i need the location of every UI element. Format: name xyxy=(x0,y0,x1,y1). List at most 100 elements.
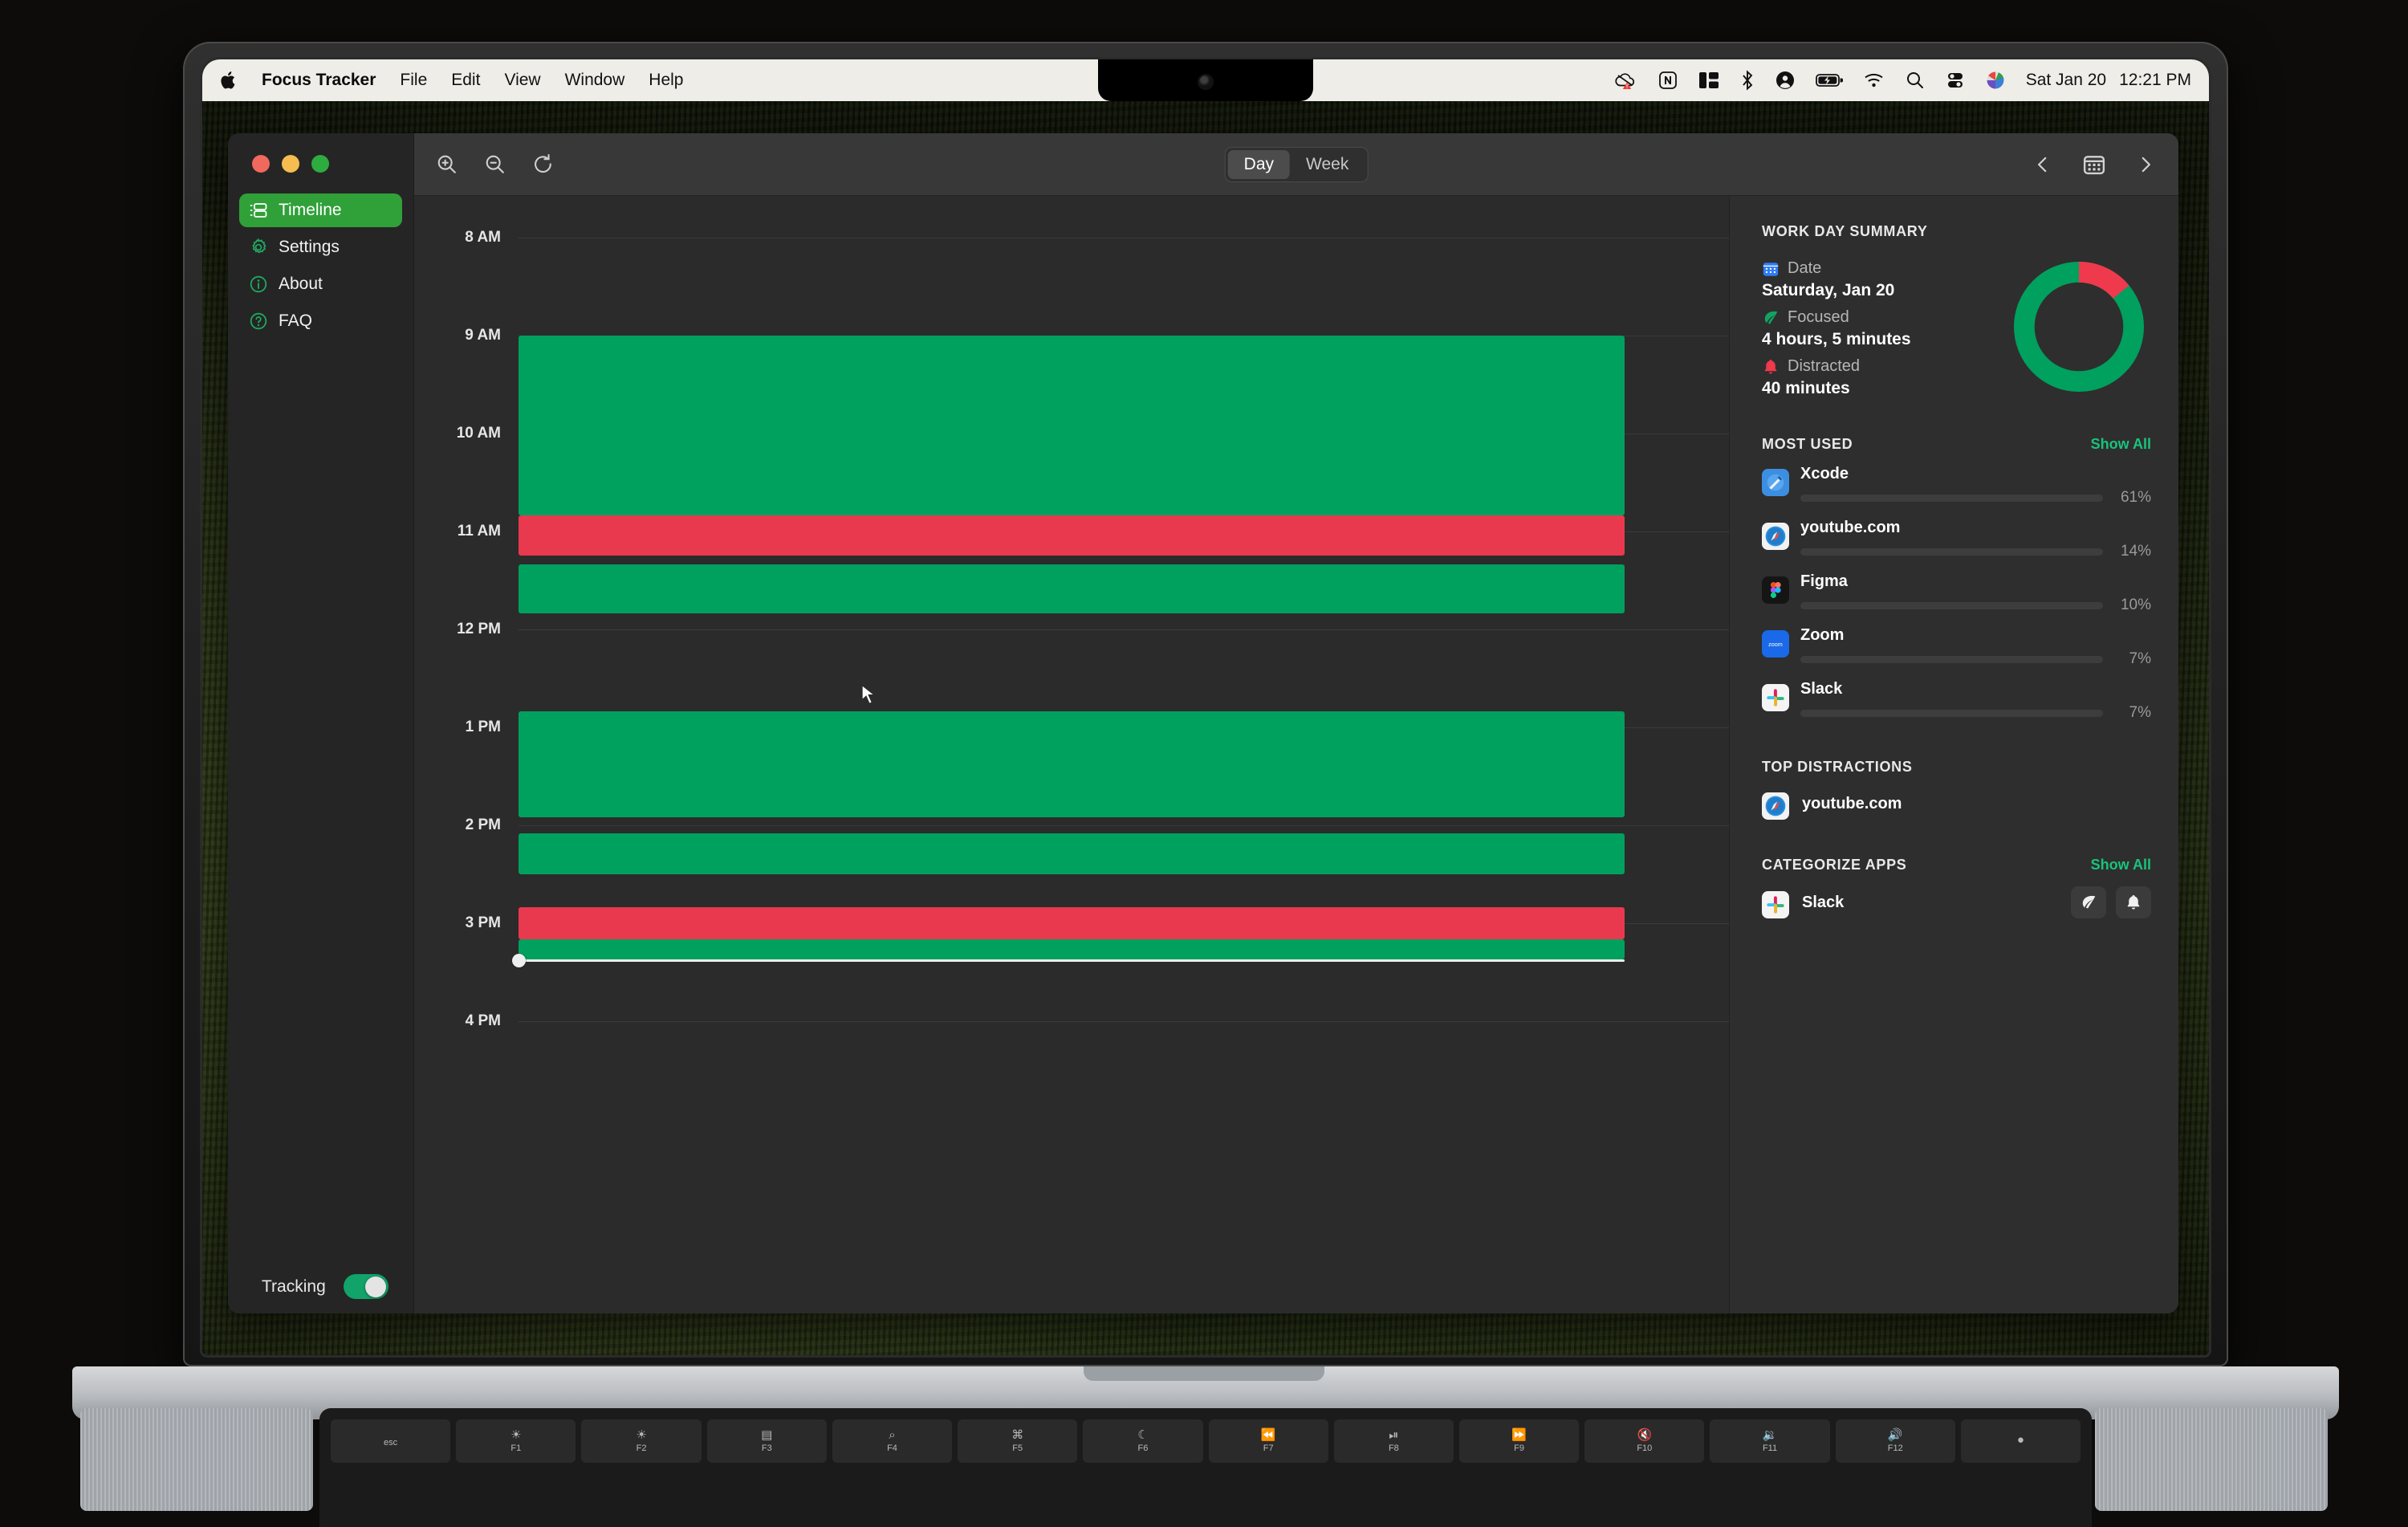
refresh-icon[interactable] xyxy=(531,153,555,177)
hour-tick-label: 3 PM xyxy=(465,914,501,931)
sidebar: Timeline Settings About FAQ Tracking xyxy=(228,133,414,1313)
mark-as-focus-leaf-icon[interactable] xyxy=(2071,886,2106,918)
timeline-icon xyxy=(249,201,268,220)
chevron-right-icon[interactable] xyxy=(2133,153,2158,177)
focus-tracker-window: Timeline Settings About FAQ Tracking Day… xyxy=(228,133,2178,1313)
most-used-row[interactable]: zoom Zoom 7% xyxy=(1762,626,2151,668)
calendar-icon[interactable] xyxy=(2082,153,2106,177)
menu-help[interactable]: Help xyxy=(649,71,683,90)
menu-app-name[interactable]: Focus Tracker xyxy=(262,71,376,90)
timeline-block-focus[interactable] xyxy=(519,564,1625,613)
keyboard-key[interactable]: ☀ F2 xyxy=(581,1419,702,1463)
notion-icon[interactable] xyxy=(1658,71,1678,90)
keyboard-key[interactable]: ⏪ F7 xyxy=(1208,1419,1328,1463)
key-label: F12 xyxy=(1887,1444,1903,1453)
usage-percent: 14% xyxy=(2120,543,2151,560)
cloud-warning-icon[interactable] xyxy=(1613,71,1637,90)
sidebar-item-timeline[interactable]: Timeline xyxy=(239,193,402,227)
categorize-show-all[interactable]: Show All xyxy=(2091,857,2151,873)
distraction-name: youtube.com xyxy=(1802,795,1902,812)
keyboard-key[interactable]: 🔊 F12 xyxy=(1835,1419,1955,1463)
keyboard-key[interactable]: ▤ F3 xyxy=(706,1419,827,1463)
minimize-button[interactable] xyxy=(282,155,299,173)
keyboard-key[interactable]: ● xyxy=(1960,1419,2081,1463)
keyboard-key[interactable]: ☾ F6 xyxy=(1083,1419,1203,1463)
most-used-show-all[interactable]: Show All xyxy=(2091,436,2151,453)
laptop-keyboard: esc ☀ F1 ☀ F2 ▤ F3 ⌕ F4 ⌘ F5 ☾ F6 ⏪ F7 ⏯ F8 ⏩ F9 🔇 F10 🔉 F11 🔊 F… xyxy=(319,1408,2092,1527)
zoom-out-icon[interactable] xyxy=(483,153,507,177)
summary-focused-value: 4 hours, 5 minutes xyxy=(1762,330,1911,348)
bluetooth-icon[interactable] xyxy=(1740,70,1755,91)
app-name: youtube.com xyxy=(1800,519,1901,536)
list-item[interactable]: Slack xyxy=(1762,886,2151,918)
sidebar-item-about[interactable]: About xyxy=(239,267,402,301)
siri-icon[interactable] xyxy=(1986,71,2005,90)
safari-icon xyxy=(1762,792,1789,820)
laptop-screen: Focus Tracker File Edit View Window Help xyxy=(202,59,2209,1355)
display-notch xyxy=(1098,59,1313,101)
timeline-block-distract[interactable] xyxy=(519,515,1625,556)
menu-clock[interactable]: Sat Jan 20 12:21 PM xyxy=(2026,71,2191,90)
split-view-icon[interactable] xyxy=(1698,71,1719,89)
menu-window[interactable]: Window xyxy=(565,71,625,90)
keyboard-key[interactable]: ☀ F1 xyxy=(456,1419,576,1463)
key-label: F11 xyxy=(1762,1444,1778,1453)
camera-icon xyxy=(1199,75,1212,88)
keyboard-key[interactable]: ⌘ F5 xyxy=(958,1419,1078,1463)
keyboard-key[interactable]: ⏩ F9 xyxy=(1458,1419,1580,1463)
battery-charging-icon[interactable] xyxy=(1815,72,1843,88)
timeline-block-distract[interactable] xyxy=(519,906,1625,940)
maximize-button[interactable] xyxy=(311,155,329,173)
chevron-left-icon[interactable] xyxy=(2031,153,2055,177)
keyboard-key[interactable]: esc xyxy=(331,1419,451,1463)
sidebar-item-label: About xyxy=(279,275,323,293)
key-label: F7 xyxy=(1263,1444,1274,1453)
categorize-apps-header: CATEGORIZE APPS Show All xyxy=(1762,857,2151,873)
function-key-row: esc ☀ F1 ☀ F2 ▤ F3 ⌕ F4 ⌘ F5 ☾ F6 ⏪ F7 ⏯ F8 ⏩ F9 🔇 F10 🔉 F11 🔊 F… xyxy=(331,1419,2081,1463)
sidebar-item-settings[interactable]: Settings xyxy=(239,230,402,264)
hour-tick-label: 10 AM xyxy=(456,425,501,442)
keyboard-key[interactable]: 🔉 F11 xyxy=(1710,1419,1830,1463)
timeline-block-focus[interactable] xyxy=(519,939,1625,959)
tracking-switch[interactable] xyxy=(343,1274,388,1299)
app-name: Zoom xyxy=(1800,626,1845,644)
account-icon[interactable] xyxy=(1775,71,1795,90)
info-circle-icon xyxy=(249,275,268,294)
top-distractions-title: TOP DISTRACTIONS xyxy=(1762,759,1913,775)
wifi-icon[interactable] xyxy=(1864,72,1885,88)
hour-tick-label: 12 PM xyxy=(457,621,501,637)
most-used-row[interactable]: youtube.com 14% xyxy=(1762,519,2151,560)
tracking-label: Tracking xyxy=(262,1277,326,1296)
range-option-day[interactable]: Day xyxy=(1227,149,1291,179)
key-glyph: 🔊 xyxy=(1887,1428,1903,1442)
most-used-row[interactable]: Slack 7% xyxy=(1762,680,2151,722)
sidebar-item-faq[interactable]: FAQ xyxy=(239,304,402,338)
summary-distracted-label: Distracted xyxy=(1788,357,1861,375)
menu-file[interactable]: File xyxy=(400,71,427,90)
usage-bar-track xyxy=(1800,548,2103,556)
menu-view[interactable]: View xyxy=(504,71,540,90)
hour-tick: 4 PM xyxy=(414,1012,1729,1030)
current-time-handle[interactable] xyxy=(512,953,526,967)
timeline-block-focus[interactable] xyxy=(519,711,1625,817)
timeline-block-focus[interactable] xyxy=(519,833,1625,874)
most-used-row[interactable]: Figma 10% xyxy=(1762,572,2151,614)
zoom-in-icon[interactable] xyxy=(435,153,459,177)
tracking-toggle-row: Tracking xyxy=(228,1274,413,1299)
focus-timeline-chart[interactable]: 8 AM 9 AM 10 AM 11 AM 12 PM 1 PM 2 PM 3 PM 4 PM xyxy=(414,196,1729,1313)
keyboard-key[interactable]: ⏯ F8 xyxy=(1333,1419,1454,1463)
hour-tick-label: 4 PM xyxy=(465,1012,501,1029)
search-icon[interactable] xyxy=(1906,71,1925,90)
most-used-row[interactable]: Xcode 61% xyxy=(1762,465,2151,507)
keyboard-key[interactable]: 🔇 F10 xyxy=(1584,1419,1705,1463)
control-center-icon[interactable] xyxy=(1946,71,1965,90)
key-label: F5 xyxy=(1012,1444,1023,1453)
close-button[interactable] xyxy=(252,155,270,173)
apple-logo-icon[interactable] xyxy=(220,70,238,91)
list-item[interactable]: youtube.com xyxy=(1762,788,2151,820)
mark-as-distraction-bell-icon[interactable] xyxy=(2116,886,2151,918)
range-option-week[interactable]: Week xyxy=(1290,150,1365,179)
timeline-block-focus[interactable] xyxy=(519,336,1625,515)
menu-edit[interactable]: Edit xyxy=(451,71,480,90)
keyboard-key[interactable]: ⌕ F4 xyxy=(832,1419,953,1463)
